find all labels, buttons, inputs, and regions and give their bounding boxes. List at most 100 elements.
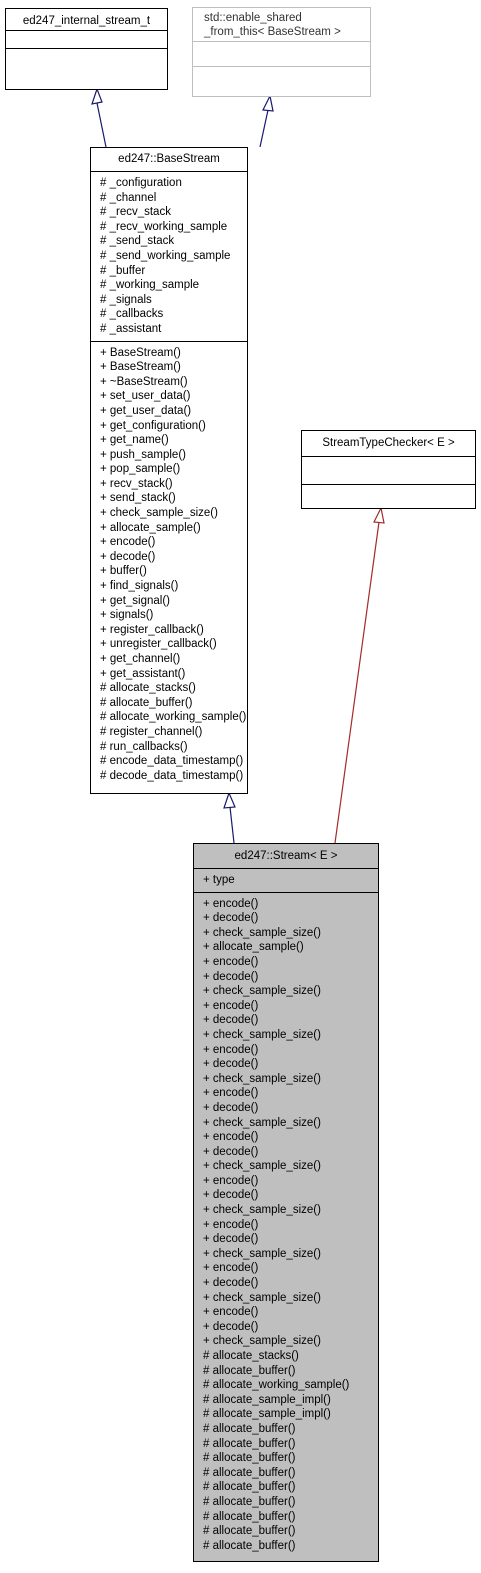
member-row: # allocate_buffer()	[203, 1364, 296, 1377]
member-row: + get_user_data()	[100, 404, 192, 417]
arrowhead-checker	[373, 506, 385, 524]
class-title: ed247::BaseStream	[91, 148, 247, 172]
class-title-line-1: std::enable_shared	[204, 12, 302, 24]
member-row: # _recv_working_sample	[100, 220, 228, 233]
member-row: # allocate_buffer()	[203, 1452, 296, 1465]
member-row: + get_signal()	[100, 594, 170, 607]
member-row: + get_assistant()	[100, 667, 186, 680]
arrowhead-base	[223, 791, 236, 809]
member-row: + recv_stack()	[100, 477, 173, 490]
member-row: + encode()	[203, 955, 259, 968]
class-base-stream[interactable]: ed247::BaseStream # _configuration# _cha…	[90, 147, 248, 794]
member-row: + check_sample_size()	[203, 1247, 321, 1260]
attributes-section	[6, 31, 167, 49]
member-row: + check_sample_size()	[100, 507, 218, 520]
member-row: + encode()	[203, 1306, 259, 1319]
class-title: ed247_internal_stream_t	[6, 9, 167, 31]
member-row: # _buffer	[100, 264, 146, 277]
edge-base-to-internal	[96, 102, 107, 148]
member-row: + BaseStream()	[100, 346, 181, 359]
member-row: # allocate_buffer()	[203, 1510, 296, 1523]
class-stream-type-checker[interactable]: StreamTypeChecker< E >	[301, 430, 476, 509]
member-row: # allocate_working_sample()	[203, 1379, 350, 1392]
member-row: + get_name()	[100, 434, 169, 447]
member-row: # allocate_buffer()	[203, 1422, 296, 1435]
member-row: # _channel	[100, 191, 157, 204]
member-row: + check_sample_size()	[203, 1204, 321, 1217]
member-row: # _send_working_sample	[100, 249, 231, 262]
member-row: # _signals	[100, 293, 152, 306]
member-row: + type	[203, 874, 235, 886]
member-row: + encode()	[203, 1131, 259, 1144]
member-row: + check_sample_size()	[203, 1160, 321, 1173]
methods-section: + BaseStream() + BaseStream() + ~BaseStrea…	[91, 342, 247, 788]
member-row: + check_sample_size()	[203, 1028, 321, 1041]
member-row: # allocate_buffer()	[203, 1495, 296, 1508]
edge-stream-to-base	[229, 806, 235, 844]
member-row: + decode()	[203, 1145, 259, 1158]
member-row: + check_sample_size()	[203, 1072, 321, 1085]
attributes-section	[302, 457, 475, 485]
member-row: + unregister_callback()	[100, 638, 217, 651]
member-row: + check_sample_size()	[203, 1335, 321, 1348]
member-row: # _working_sample	[100, 279, 200, 292]
member-row: # allocate_buffer()	[203, 1481, 296, 1494]
member-row: + signals()	[100, 609, 154, 622]
member-row: + allocate_sample()	[203, 941, 304, 954]
member-row: + push_sample()	[100, 448, 186, 461]
member-row: # allocate_stacks()	[100, 682, 196, 695]
member-row: # _configuration	[100, 177, 182, 189]
arrowhead-enable-shared	[262, 94, 274, 112]
member-row: # encode_data_timestamp()	[100, 755, 244, 768]
member-row: + encode()	[203, 1043, 259, 1056]
member-row: # _recv_stack	[100, 206, 171, 219]
member-row: + BaseStream()	[100, 361, 181, 374]
member-row: + decode()	[100, 550, 156, 563]
member-row: + decode()	[203, 1014, 259, 1027]
arrowhead-internal	[91, 87, 103, 105]
member-row: + buffer()	[100, 565, 147, 578]
member-row: # allocate_buffer()	[203, 1539, 296, 1552]
member-row: + encode()	[203, 1174, 259, 1187]
class-title: ed247::Stream< E >	[194, 844, 378, 869]
member-row: + encode()	[203, 897, 259, 910]
class-stream[interactable]: ed247::Stream< E > + type + encode() + de…	[193, 843, 379, 1562]
member-row: # allocate_sample_impl()	[203, 1393, 331, 1406]
methods-section	[6, 49, 167, 66]
edge-base-to-enable-shared	[259, 109, 269, 148]
member-row: + decode()	[203, 1233, 259, 1246]
member-row: + check_sample_size()	[203, 1291, 321, 1304]
member-row: + check_sample_size()	[203, 985, 321, 998]
member-row: + send_stack()	[100, 492, 176, 505]
methods-section	[302, 485, 475, 502]
methods-section	[193, 67, 370, 84]
member-row: # decode_data_timestamp()	[100, 769, 244, 782]
member-row: # run_callbacks()	[100, 740, 188, 753]
member-row: # register_channel()	[100, 725, 203, 738]
member-row: # _assistant	[100, 322, 162, 335]
member-row: # allocate_sample_impl()	[203, 1408, 331, 1421]
class-enable-shared-from-this[interactable]: std::enable_shared _from_this< BaseStrea…	[192, 7, 371, 97]
edge-stream-to-checker	[334, 521, 380, 844]
member-row: # allocate_buffer()	[100, 696, 193, 709]
member-row: # _send_stack	[100, 235, 175, 248]
class-ed247-internal-stream-t[interactable]: ed247_internal_stream_t	[5, 8, 168, 90]
member-row: # allocate_working_sample()	[100, 711, 247, 724]
member-row: # _callbacks	[100, 308, 164, 321]
member-row: + decode()	[203, 1189, 259, 1202]
member-row: # allocate_stacks()	[203, 1350, 299, 1362]
member-row: + encode()	[203, 999, 259, 1012]
member-row: + check_sample_size()	[203, 1116, 321, 1129]
member-row: + set_user_data()	[100, 390, 191, 403]
member-row: + register_callback()	[100, 623, 204, 636]
member-row: + encode()	[100, 536, 156, 549]
attributes-section: # _configuration # _channel # _recv_stack #…	[91, 172, 247, 342]
member-row: + find_signals()	[100, 580, 179, 593]
member-row: + encode()	[203, 1262, 259, 1275]
methods-section: + encode() + decode() + check_sample_size(…	[194, 893, 378, 1558]
member-row: + get_channel()	[100, 653, 181, 665]
member-row: # allocate_buffer()	[203, 1525, 296, 1538]
member-row: # allocate_buffer()	[203, 1466, 296, 1479]
member-row: + ~BaseStream()	[100, 375, 188, 388]
member-row: + check_sample_size()	[203, 926, 321, 939]
